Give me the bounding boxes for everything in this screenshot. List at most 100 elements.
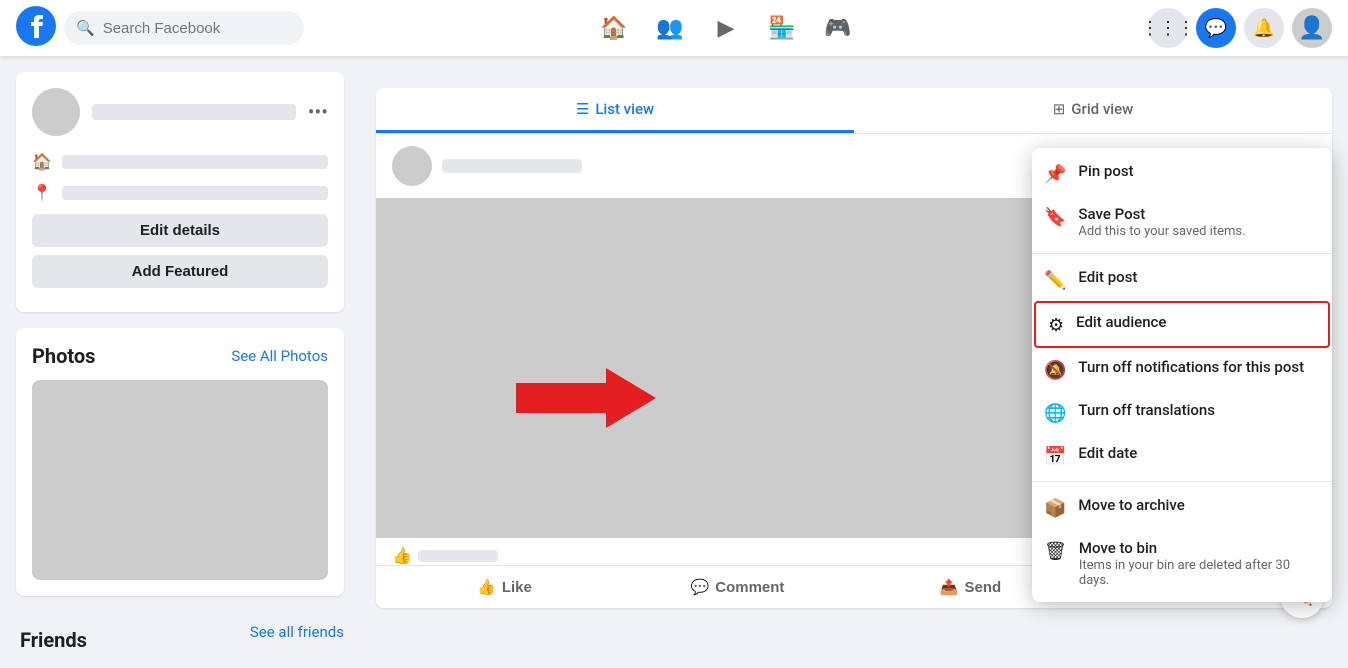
like-button[interactable]: 👍 Like <box>388 570 621 604</box>
profile-header: ••• <box>32 88 328 136</box>
menu-item-icon-7: 📦 <box>1044 498 1066 519</box>
search-icon: 🔍 <box>76 19 95 37</box>
location-info-icon: 📍 <box>32 183 52 202</box>
comment-icon: 💬 <box>691 578 710 596</box>
grid-view-label: Grid view <box>1071 100 1133 118</box>
comment-button[interactable]: 💬 Comment <box>621 570 854 604</box>
menu-button[interactable]: ⋮⋮⋮ <box>1148 8 1188 48</box>
menu-item-icon-5: 🌐 <box>1044 403 1066 424</box>
menu-item-text-4: Turn off notifications for this post <box>1078 358 1304 376</box>
main-content: ••• 🏠 📍 Edit details Add Featured Photos… <box>0 56 1348 668</box>
photos-title: Photos <box>32 344 95 368</box>
photos-placeholder <box>32 380 328 580</box>
post-name-placeholder <box>442 159 582 173</box>
menu-item-label-4: Turn off notifications for this post <box>1078 358 1304 376</box>
menu-item-icon-1: 🔖 <box>1044 207 1066 228</box>
menu-item-0[interactable]: 📌 Pin post <box>1032 152 1332 195</box>
friends-title: Friends <box>16 628 91 652</box>
navbar: 🔍 🏠 👥 ▶ 🏪 🎮 ⋮⋮⋮ 💬 🔔 👤 <box>0 0 1348 56</box>
friends-header-row: Friends See all friends <box>16 612 344 652</box>
send-label: Send <box>965 579 1002 596</box>
menu-item-1[interactable]: 🔖 Save PostAdd this to your saved items. <box>1032 195 1332 249</box>
right-content: ☰ List view ⊞ Grid view ••• <box>360 56 1348 668</box>
grid-view-tab[interactable]: ⊞ Grid view <box>854 88 1332 133</box>
comment-label: Comment <box>715 579 784 596</box>
profile-card: ••• 🏠 📍 Edit details Add Featured <box>16 72 344 312</box>
reaction-count-placeholder <box>418 550 498 562</box>
profile-button[interactable]: 👤 <box>1292 8 1332 48</box>
menu-divider-1 <box>1032 253 1332 254</box>
facebook-logo[interactable] <box>16 6 56 50</box>
nav-marketplace-button[interactable]: 🏪 <box>758 4 806 52</box>
menu-item-text-5: Turn off translations <box>1078 401 1215 419</box>
send-icon: 📤 <box>940 578 959 596</box>
see-all-friends-link[interactable]: See all friends <box>250 623 344 641</box>
photos-header: Photos See All Photos <box>32 344 328 368</box>
left-sidebar: ••• 🏠 📍 Edit details Add Featured Photos… <box>0 56 360 668</box>
edit-details-button[interactable]: Edit details <box>32 214 328 247</box>
menu-item-label-7: Move to archive <box>1078 496 1184 514</box>
facebook-logo-icon <box>16 6 56 46</box>
menu-item-sub-8: Items in your bin are deleted after 30 d… <box>1079 558 1320 588</box>
grid-view-icon: ⊞ <box>1053 100 1066 118</box>
menu-divider-6 <box>1032 481 1332 482</box>
post-wrapper: ☰ List view ⊞ Grid view ••• <box>376 88 1332 608</box>
home-info-icon: 🏠 <box>32 152 52 171</box>
menu-item-label-2: Edit post <box>1078 268 1137 286</box>
menu-item-text-8: Move to binItems in your bin are deleted… <box>1079 539 1320 588</box>
profile-home-row: 🏠 <box>32 152 328 171</box>
notifications-button[interactable]: 🔔 <box>1244 8 1284 48</box>
menu-item-text-2: Edit post <box>1078 268 1137 286</box>
menu-item-text-3: Edit audience <box>1076 313 1166 331</box>
menu-item-label-6: Edit date <box>1078 444 1137 462</box>
menu-item-text-6: Edit date <box>1078 444 1137 462</box>
post-avatar <box>392 146 432 186</box>
menu-item-sub-1: Add this to your saved items. <box>1078 224 1245 239</box>
view-toggle: ☰ List view ⊞ Grid view <box>376 88 1332 134</box>
list-view-tab[interactable]: ☰ List view <box>376 88 854 133</box>
nav-watch-button[interactable]: ▶ <box>702 4 750 52</box>
menu-item-label-0: Pin post <box>1078 162 1133 180</box>
home-info-placeholder <box>62 155 328 169</box>
menu-item-icon-6: 📅 <box>1044 446 1066 467</box>
location-info-placeholder <box>62 186 328 200</box>
search-input[interactable] <box>103 20 292 37</box>
menu-item-7[interactable]: 📦 Move to archive <box>1032 486 1332 529</box>
menu-item-label-5: Turn off translations <box>1078 401 1215 419</box>
dropdown-menu: 📌 Pin post 🔖 Save PostAdd this to your save… <box>1032 148 1332 602</box>
menu-item-icon-8: 🗑 <box>1044 541 1067 562</box>
menu-item-2[interactable]: ✏️ Edit post <box>1032 258 1332 301</box>
profile-avatar-placeholder <box>32 88 80 136</box>
like-icon: 👍 <box>477 578 496 596</box>
nav-gaming-button[interactable]: 🎮 <box>814 4 862 52</box>
menu-item-text-7: Move to archive <box>1078 496 1184 514</box>
menu-item-3[interactable]: ⚙ Edit audience <box>1034 301 1330 348</box>
menu-item-5[interactable]: 🌐 Turn off translations <box>1032 391 1332 434</box>
nav-friends-button[interactable]: 👥 <box>646 4 694 52</box>
navbar-center: 🏠 👥 ▶ 🏪 🎮 <box>304 4 1148 52</box>
post-header-left <box>392 146 582 186</box>
profile-more-icon[interactable]: ••• <box>308 100 328 124</box>
feed-card: ☰ List view ⊞ Grid view ••• <box>376 88 1332 608</box>
add-featured-button[interactable]: Add Featured <box>32 255 328 288</box>
menu-item-label-1: Save Post <box>1078 205 1245 223</box>
menu-item-6[interactable]: 📅 Edit date <box>1032 434 1332 477</box>
nav-home-button[interactable]: 🏠 <box>590 4 638 52</box>
navbar-right: ⋮⋮⋮ 💬 🔔 👤 <box>1148 8 1332 48</box>
profile-name-placeholder <box>92 104 296 120</box>
menu-item-8[interactable]: 🗑 Move to binItems in your bin are delete… <box>1032 529 1332 598</box>
menu-item-icon-3: ⚙ <box>1048 315 1064 336</box>
messenger-button[interactable]: 💬 <box>1196 8 1236 48</box>
menu-item-text-1: Save PostAdd this to your saved items. <box>1078 205 1245 239</box>
profile-location-row: 📍 <box>32 183 328 202</box>
menu-item-text-0: Pin post <box>1078 162 1133 180</box>
list-view-label: List view <box>595 100 654 118</box>
menu-item-icon-0: 📌 <box>1044 164 1066 185</box>
menu-item-icon-2: ✏️ <box>1044 270 1066 291</box>
like-label: Like <box>502 579 532 596</box>
list-view-icon: ☰ <box>576 100 589 118</box>
search-bar[interactable]: 🔍 <box>64 11 304 45</box>
menu-item-4[interactable]: 🔕Turn off notifications for this post <box>1032 348 1332 391</box>
see-all-photos-link[interactable]: See All Photos <box>231 347 328 365</box>
like-reaction-icon: 👍 <box>392 546 412 565</box>
